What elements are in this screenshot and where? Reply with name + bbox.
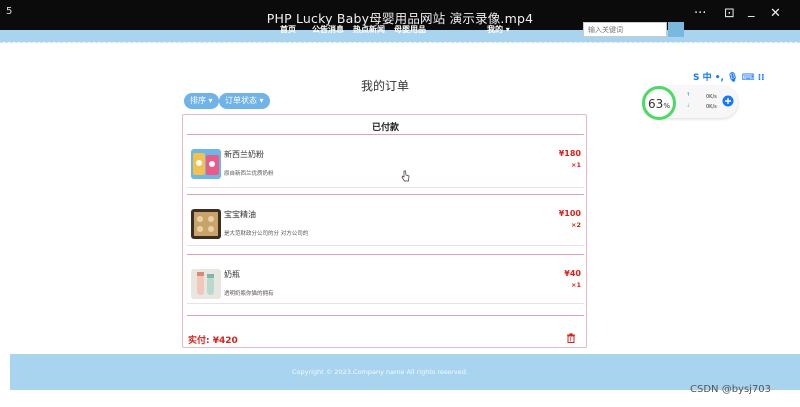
- product-name[interactable]: 奶瓶: [224, 269, 240, 280]
- product-desc: 是大范财政分公司的分 对方公司的: [224, 231, 309, 237]
- divider: [187, 194, 584, 195]
- nav-baby-products[interactable]: 母婴用品: [394, 24, 426, 35]
- nav-announcements[interactable]: 公告消息: [312, 24, 344, 35]
- divider: [187, 245, 584, 246]
- product-desc: 透明奶瓶你猫的拥有: [224, 291, 274, 297]
- download-speed: 0K/s: [706, 104, 717, 110]
- upload-arrow-icon: ↑: [686, 92, 691, 98]
- product-price: ¥100: [558, 209, 581, 218]
- divider: [187, 187, 584, 188]
- product-image-baby-oil: [191, 209, 221, 239]
- order-card: 已付款 新西兰奶粉 原自新西兰优质奶粉 ¥180 ×1 宝宝精油 是大范财政分公…: [182, 114, 587, 348]
- cpu-percent: 63: [648, 97, 664, 111]
- hand-cursor-icon: [401, 170, 410, 182]
- search-button[interactable]: [668, 22, 684, 37]
- product-name[interactable]: 宝宝精油: [224, 209, 256, 220]
- divider: [187, 315, 584, 316]
- divider: [187, 303, 584, 304]
- copyright: Copyright © 2023.Company name All rights…: [292, 368, 468, 376]
- boost-icon[interactable]: [722, 95, 734, 107]
- order-total: 实付: ¥420: [188, 336, 238, 346]
- watermark: CSDN @bysj703: [690, 384, 772, 395]
- product-desc: 原自新西兰优质奶粉: [224, 171, 274, 177]
- header-divider: [0, 42, 800, 43]
- divider: [187, 254, 584, 255]
- cpu-percent-unit: %: [663, 102, 670, 110]
- nav-user-menu[interactable]: 我的 ▾: [487, 24, 510, 35]
- cpu-usage-ring: 63%: [642, 86, 676, 120]
- network-speed-widget[interactable]: 63% ↑ 0K/s ↓ 0K/s: [642, 86, 738, 120]
- order-item[interactable]: 宝宝精油 是大范财政分公司的分 对方公司的 ¥100 ×2: [189, 209, 581, 257]
- product-qty: ×1: [571, 161, 581, 169]
- sort-dropdown[interactable]: 排序 ▾: [184, 93, 219, 109]
- divider: [187, 134, 584, 135]
- more-icon[interactable]: ···: [694, 6, 706, 21]
- upload-speed: 0K/s: [706, 94, 717, 100]
- product-image-milk-powder: [191, 149, 221, 179]
- product-qty: ×2: [571, 221, 581, 229]
- download-arrow-icon: ↓: [686, 103, 691, 109]
- product-image-baby-bottle: [191, 269, 221, 299]
- order-item[interactable]: 奶瓶 透明奶瓶你猫的拥有 ¥40 ×1: [189, 269, 581, 317]
- nav-home[interactable]: 首页: [280, 24, 296, 35]
- pip-icon[interactable]: ⊡: [724, 6, 735, 21]
- product-price: ¥180: [558, 149, 581, 158]
- order-status: 已付款: [371, 123, 399, 133]
- order-item[interactable]: 新西兰奶粉 原自新西兰优质奶粉 ¥180 ×1: [189, 149, 581, 197]
- product-qty: ×1: [571, 281, 581, 289]
- ime-toolbar[interactable]: S 中 •, 🎙 ⌨ ⁞⁞: [693, 70, 793, 86]
- nav-news[interactable]: 热点新闻: [353, 24, 385, 35]
- product-name[interactable]: 新西兰奶粉: [224, 149, 264, 160]
- close-icon[interactable]: ✕: [770, 6, 781, 21]
- search-input[interactable]: [583, 22, 667, 37]
- product-price: ¥40: [564, 269, 581, 278]
- order-status-dropdown[interactable]: 订单状态 ▾: [219, 93, 270, 109]
- minimize-icon[interactable]: _: [748, 3, 755, 18]
- ime-icons[interactable]: S 中 •, 🎙 ⌨ ⁞⁞: [693, 73, 765, 83]
- site-footer: Copyright © 2023.Company name All rights…: [10, 354, 800, 390]
- trash-icon[interactable]: [566, 333, 576, 343]
